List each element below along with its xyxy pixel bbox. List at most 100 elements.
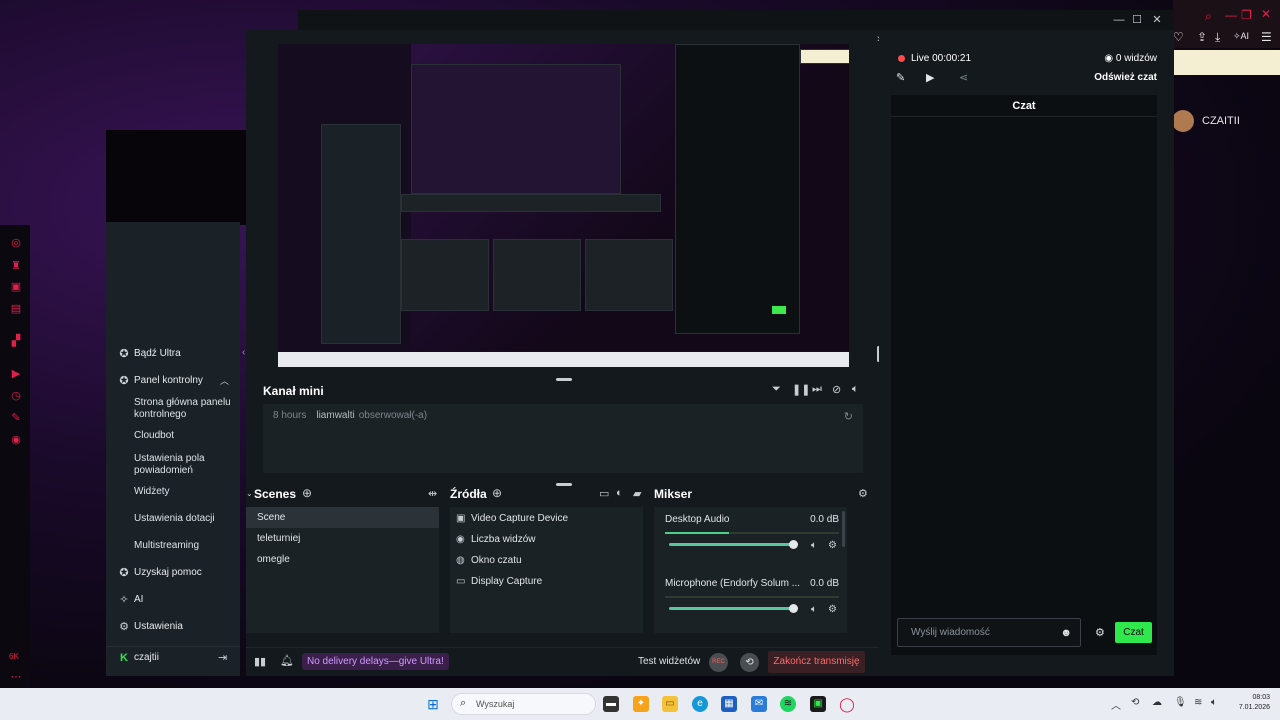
tray-icon[interactable]: ⟲ — [1131, 697, 1139, 708]
repeat-icon[interactable]: ↻ — [844, 410, 853, 423]
record-button[interactable]: REC — [709, 653, 728, 672]
browser-user[interactable]: CZAITII — [1172, 110, 1240, 132]
source-item[interactable]: ▭ Display Capture — [456, 576, 542, 587]
toggle-visibility-icon[interactable]: ◐ — [616, 487, 623, 499]
pause-icon[interactable]: ❚❚ — [792, 383, 810, 396]
emoji-icon[interactable]: ☻ — [1060, 627, 1072, 639]
skip-icon[interactable]: ⏭ — [812, 383, 822, 396]
chevron-up-icon[interactable]: ︿ — [1111, 697, 1121, 712]
gear-icon[interactable]: ⚙ — [858, 487, 868, 500]
sidebar-item-help[interactable]: ✪ Uzyskaj pomoc — [106, 561, 240, 583]
strip-icon[interactable]: ▶ — [10, 368, 22, 380]
outlook-icon[interactable]: ✉ — [751, 696, 767, 712]
scrollbar[interactable] — [842, 511, 845, 547]
scene-item[interactable]: omegle — [246, 549, 439, 570]
cloud-icon[interactable]: ☁ — [1152, 697, 1162, 708]
replay-buffer-icon[interactable]: ⟲ — [740, 653, 759, 672]
mute-alerts-icon[interactable]: ⊘ — [832, 383, 841, 396]
add-folder-icon[interactable]: ▭ — [599, 487, 609, 500]
scene-transition-icon[interactable]: ⇹ — [428, 487, 437, 500]
task-view-icon[interactable]: ▬ — [603, 696, 619, 712]
clock[interactable]: 08:03 7.01.2026 — [1226, 693, 1270, 713]
volume-slider-handle[interactable] — [789, 540, 798, 549]
menu-icon[interactable]: ☰ — [1261, 30, 1272, 44]
sidebar-item-dashboard[interactable]: ✪ Panel kontrolny ︿ — [106, 369, 240, 391]
sidebar-user[interactable]: K czajtii ⇥ — [106, 646, 240, 668]
volume-icon[interactable]: 🔈︎ — [852, 383, 859, 396]
strip-icon[interactable]: ▤ — [10, 303, 22, 315]
bell-icon[interactable]: 🔔︎ — [280, 654, 294, 667]
stats-icon[interactable]: ▮▮ — [254, 655, 266, 668]
sidebar-subitem[interactable]: Multistreaming — [134, 540, 234, 552]
wifi-icon[interactable]: ≋ — [1194, 697, 1202, 708]
resize-handle[interactable] — [556, 378, 572, 381]
source-item[interactable]: ▣ Video Capture Device — [456, 513, 568, 524]
chat-input[interactable]: Wyślij wiadomość ☻ — [897, 618, 1081, 647]
volume-icon[interactable]: 🔈︎ — [1211, 697, 1217, 708]
sidebar-item-settings[interactable]: ⚙ Ustawienia — [106, 615, 240, 637]
maximize-button[interactable]: ☐ — [1130, 13, 1144, 27]
more-icon[interactable]: ⋯ — [10, 671, 22, 683]
volume-slider[interactable] — [669, 543, 793, 546]
file-explorer-icon[interactable]: ▭ — [662, 696, 678, 712]
volume-slider[interactable] — [669, 607, 793, 610]
send-chat-button[interactable]: Czat — [1115, 622, 1152, 643]
add-source-icon[interactable]: ⊕ — [492, 486, 502, 500]
spotify-icon[interactable]: ≋ — [780, 696, 796, 712]
strip-icon[interactable]: ◎ — [10, 237, 22, 249]
collapse-sidebar-icon[interactable]: ‹ — [242, 347, 245, 358]
taskbar-search[interactable]: ⌕ Wyszukaj — [451, 693, 596, 715]
streamlabs-icon[interactable]: ▣ — [810, 696, 826, 712]
close-button[interactable]: ✕ — [1150, 13, 1164, 27]
ultra-promo[interactable]: No delivery delays—give Ultra! — [302, 653, 449, 670]
sidebar-item-ai[interactable]: ✧ AI — [106, 588, 240, 610]
filter-icon[interactable]: ⏷ — [772, 383, 781, 396]
strip-icon[interactable]: ✎ — [10, 412, 22, 424]
close-icon[interactable]: ✕ — [1261, 7, 1271, 21]
gear-icon[interactable]: ⚙ — [828, 604, 837, 615]
sidebar-subitem[interactable]: Ustawienia pola powiadomień — [134, 453, 234, 477]
add-scene-icon[interactable]: ⊕ — [302, 486, 312, 500]
gear-icon[interactable]: ⚙ — [828, 540, 837, 551]
end-stream-button[interactable]: Zakończ transmisję — [768, 651, 865, 673]
scene-item[interactable]: teleturniej — [246, 528, 439, 549]
folder-icon[interactable]: ▰ — [633, 487, 641, 500]
mute-icon[interactable]: 🔈︎ — [811, 540, 817, 551]
store-icon[interactable]: ▦ — [721, 696, 737, 712]
mute-icon[interactable]: 🔈︎ — [811, 604, 817, 615]
sidebar-subitem[interactable]: Widżety — [134, 486, 234, 498]
gear-icon[interactable]: ⚙ — [1095, 626, 1105, 639]
strip-icon[interactable]: ◉ — [10, 434, 22, 446]
opera-icon[interactable]: ◯ — [839, 696, 855, 712]
stream-preview[interactable] — [278, 44, 849, 367]
share-icon[interactable]: ⋖ — [959, 71, 968, 84]
edit-icon[interactable]: ✎ — [896, 71, 905, 84]
volume-slider-handle[interactable] — [789, 604, 798, 613]
sidebar-subitem[interactable]: Strona główna panelu kontrolnego — [134, 397, 234, 421]
source-item[interactable]: ◍ Okno czatu — [456, 555, 522, 566]
logout-icon[interactable]: ⇥ — [218, 651, 227, 664]
windows-start-icon[interactable]: ⊞ — [425, 696, 441, 712]
scene-item[interactable]: Scene — [246, 507, 439, 528]
sidebar-subitem[interactable]: Cloudbot — [134, 430, 234, 442]
camera-icon[interactable]: ▶ — [926, 71, 934, 84]
test-widgets-button[interactable]: Test widżetów — [638, 656, 700, 667]
twitch-icon[interactable]: ▞ — [10, 335, 22, 347]
clock-icon[interactable]: ◷ — [10, 390, 22, 402]
source-item[interactable]: ◉ Liczba widzów — [456, 534, 535, 545]
minimize-button[interactable]: — — [1112, 13, 1126, 27]
share-icon[interactable]: ⇪ — [1197, 30, 1207, 44]
sidebar-item-ultra[interactable]: ✪ Bądź Ultra — [106, 342, 240, 364]
sidebar-subitem[interactable]: Ustawienia dotacji — [134, 513, 234, 525]
strip-icon[interactable]: ♜ — [10, 260, 22, 272]
heart-icon[interactable]: ♡ — [1173, 30, 1184, 44]
download-icon[interactable]: ⤓ — [1215, 30, 1220, 45]
copilot-icon[interactable]: ✦ — [633, 696, 649, 712]
strip-icon[interactable]: ▣ — [10, 281, 22, 293]
search-icon[interactable]: ⌕ — [1205, 9, 1212, 24]
chevron-down-icon[interactable]: ⌄ — [246, 489, 253, 498]
restore-icon[interactable]: ❐ — [1241, 8, 1252, 22]
ai-button[interactable]: ✧AI — [1233, 31, 1249, 42]
refresh-chat-button[interactable]: Odśwież czat — [1094, 72, 1157, 83]
edge-icon[interactable]: e — [692, 696, 708, 712]
